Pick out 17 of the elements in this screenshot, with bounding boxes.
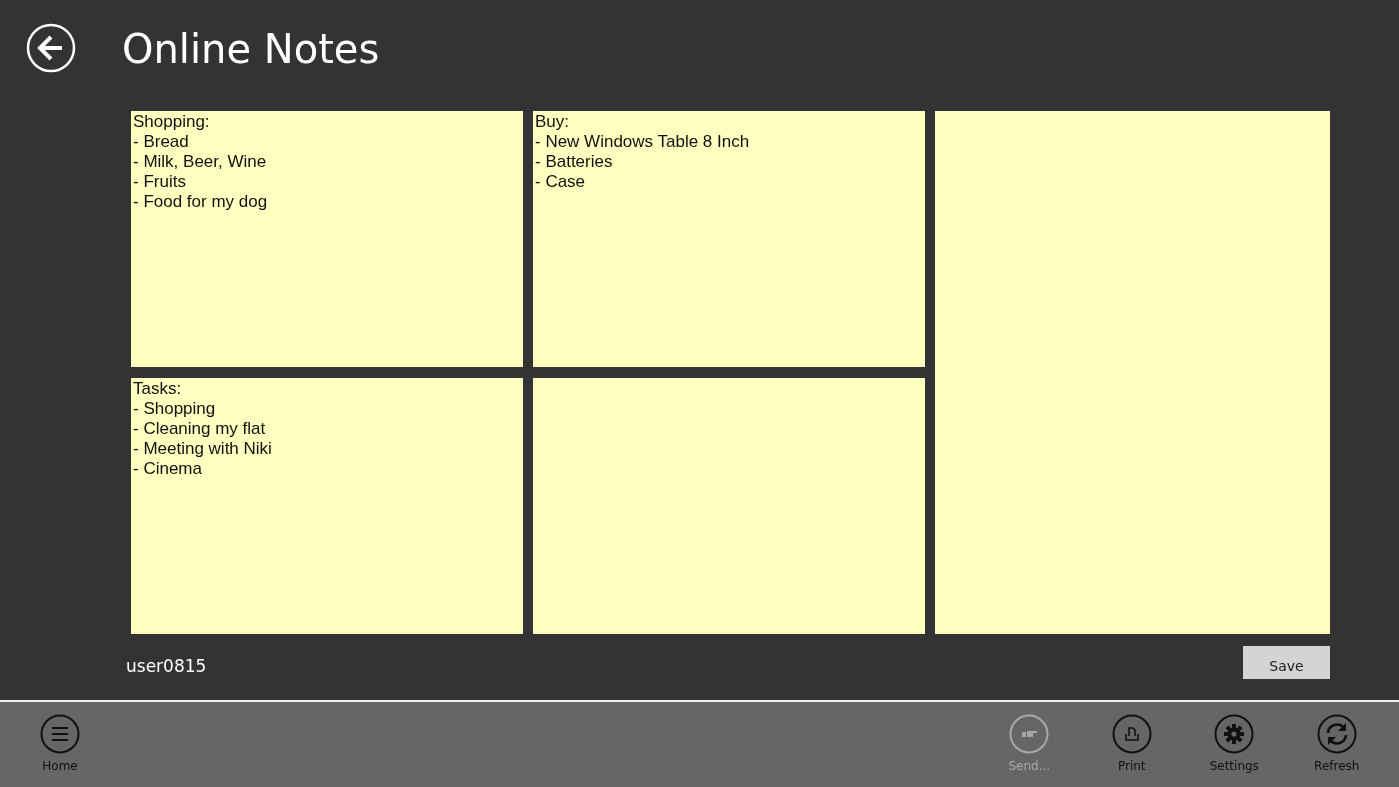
- save-button[interactable]: Save: [1243, 645, 1330, 679]
- refresh-icon: [1316, 714, 1357, 754]
- page-title: Online Notes: [122, 26, 380, 72]
- note-field[interactable]: [935, 111, 1330, 634]
- back-button[interactable]: [26, 23, 76, 73]
- app-bar-button[interactable]: Settings: [1183, 702, 1286, 787]
- print-icon: [1111, 714, 1152, 754]
- menu-icon: [40, 714, 80, 754]
- username-label: user0815: [126, 656, 207, 676]
- note-field[interactable]: Tasks: - Shopping - Cleaning my flat - Meeting with Niki - Cinema: [131, 378, 523, 634]
- settings-icon: [1214, 714, 1255, 754]
- app-bar-button[interactable]: Refresh: [1285, 702, 1388, 787]
- app-bar-button[interactable]: Home: [18, 702, 102, 787]
- note-field[interactable]: Shopping: - Bread - Milk, Beer, Wine - Fruits - Food for my dog: [131, 111, 523, 367]
- note-field[interactable]: Buy: - New Windows Table 8 Inch - Batteries - Case: [533, 111, 925, 367]
- note-field[interactable]: [533, 378, 925, 634]
- app-bar-button[interactable]: Print: [1080, 702, 1183, 787]
